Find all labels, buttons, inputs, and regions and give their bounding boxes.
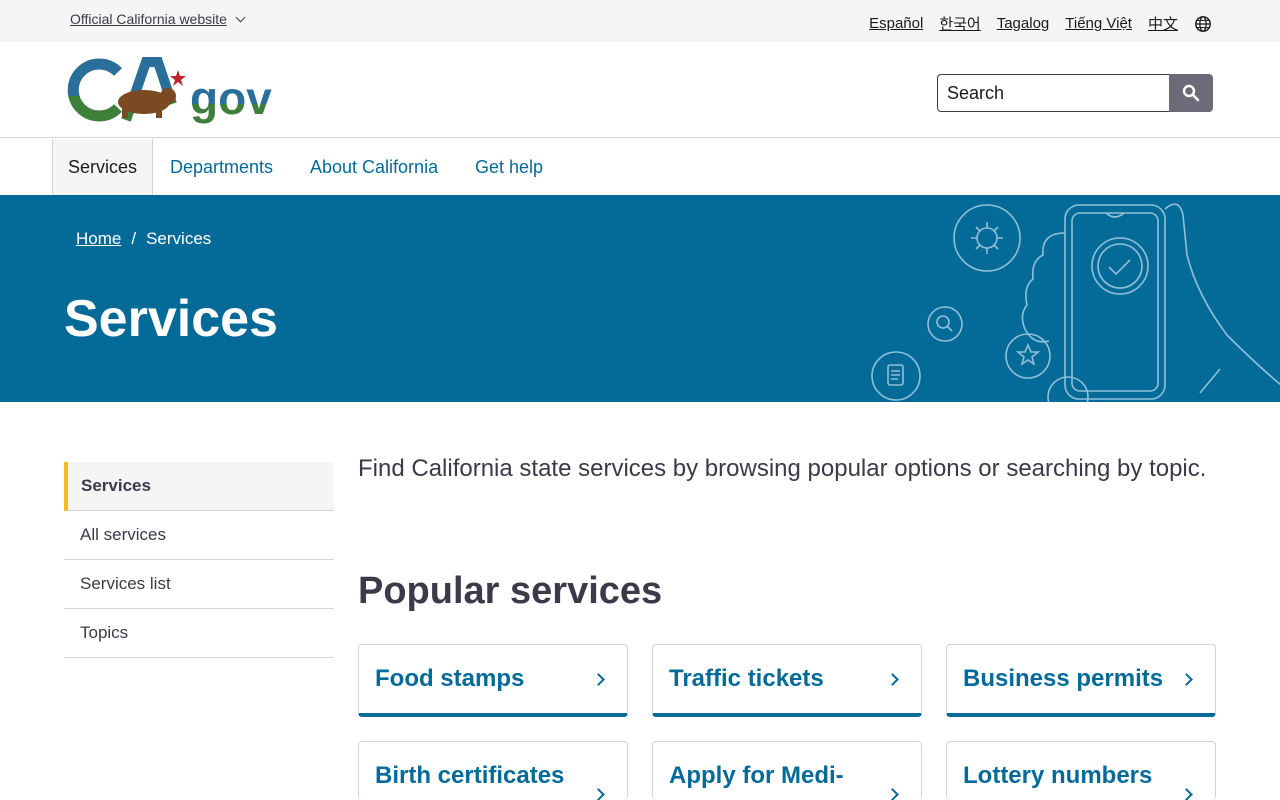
page-title: Services bbox=[64, 290, 278, 348]
nav-item-services[interactable]: Services bbox=[52, 139, 154, 195]
globe-icon[interactable] bbox=[1194, 15, 1212, 33]
service-card-label: Business permits bbox=[963, 665, 1164, 692]
breadcrumb: Home / Services bbox=[76, 229, 211, 249]
sidebar-nav: Services All services Services list Topi… bbox=[64, 462, 334, 658]
breadcrumb-current: Services bbox=[146, 229, 212, 248]
search-form bbox=[937, 74, 1213, 112]
service-card-label: Birth certificates bbox=[375, 762, 565, 789]
search-button[interactable] bbox=[1169, 74, 1213, 112]
hero-banner: Home / Services Services bbox=[0, 195, 1280, 402]
sidebar-item-all-services[interactable]: All services bbox=[64, 511, 334, 560]
service-card-label: Lottery numbers bbox=[963, 762, 1153, 789]
site-header: gov bbox=[0, 42, 1280, 138]
search-icon bbox=[1182, 84, 1200, 102]
chevron-down-icon bbox=[235, 12, 246, 22]
service-card-business-permits[interactable]: Business permits bbox=[946, 644, 1216, 717]
chevron-right-icon bbox=[592, 673, 605, 686]
hand-phone-illustration bbox=[871, 203, 1280, 402]
service-card-apply-for-medi-cal[interactable]: Apply for Medi- bbox=[652, 741, 922, 800]
sidebar-item-topics[interactable]: Topics bbox=[64, 609, 334, 658]
chevron-right-icon bbox=[886, 788, 899, 800]
service-card-label: Food stamps bbox=[375, 665, 525, 692]
breadcrumb-separator: / bbox=[131, 229, 137, 248]
service-card-label: Traffic tickets bbox=[669, 665, 824, 692]
chevron-right-icon bbox=[1180, 788, 1193, 800]
language-link-chinese[interactable]: 中文 bbox=[1148, 13, 1178, 34]
service-card-food-stamps[interactable]: Food stamps bbox=[358, 644, 628, 717]
nav-item-about-california[interactable]: About California bbox=[310, 139, 438, 195]
service-card-birth-certificates[interactable]: Birth certificates bbox=[358, 741, 628, 800]
language-links: Español 한국어 Tagalog Tiếng Việt 中文 bbox=[869, 13, 1212, 34]
official-website-label: Official California website bbox=[70, 11, 227, 27]
breadcrumb-home-link[interactable]: Home bbox=[76, 229, 121, 249]
official-website-toggle[interactable]: Official California website bbox=[70, 11, 246, 27]
service-card-lottery-numbers[interactable]: Lottery numbers bbox=[946, 741, 1216, 800]
nav-item-get-help[interactable]: Get help bbox=[475, 139, 543, 195]
popular-services-heading: Popular services bbox=[358, 570, 663, 612]
chevron-right-icon bbox=[1180, 673, 1193, 686]
svg-text:gov: gov bbox=[190, 72, 272, 124]
main-nav: Services Departments About California Ge… bbox=[0, 139, 1280, 195]
language-link-tagalog[interactable]: Tagalog bbox=[997, 15, 1050, 32]
ca-gov-logo[interactable]: gov bbox=[66, 56, 286, 124]
language-link-vietnamese[interactable]: Tiếng Việt bbox=[1065, 15, 1132, 32]
sidebar-item-services[interactable]: Services bbox=[64, 462, 334, 511]
sidebar-item-services-list[interactable]: Services list bbox=[64, 560, 334, 609]
intro-text: Find California state services by browsi… bbox=[358, 455, 1207, 482]
language-link-korean[interactable]: 한국어 bbox=[939, 13, 980, 34]
utility-bar: Official California website Español 한국어 … bbox=[0, 0, 1280, 42]
chevron-right-icon bbox=[886, 673, 899, 686]
nav-item-departments[interactable]: Departments bbox=[170, 139, 273, 195]
chevron-right-icon bbox=[592, 788, 605, 800]
service-card-traffic-tickets[interactable]: Traffic tickets bbox=[652, 644, 922, 717]
language-link-espanol[interactable]: Español bbox=[869, 15, 923, 32]
service-card-label: Apply for Medi- bbox=[669, 762, 844, 789]
search-input[interactable] bbox=[937, 74, 1169, 112]
